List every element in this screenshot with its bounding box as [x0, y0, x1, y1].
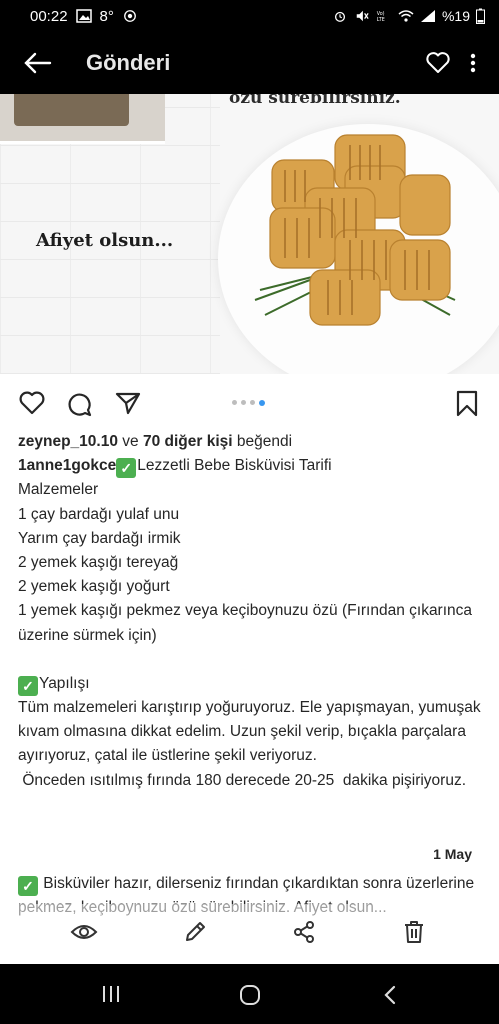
caption-title: Lezzetli Bebe Bisküvisi Tarifi	[137, 457, 332, 475]
status-time: 00:22	[30, 7, 68, 25]
weather-icon	[123, 10, 136, 22]
caption-line: 1 çay bardağı yulaf unu	[18, 505, 180, 523]
carousel-dot	[241, 400, 246, 405]
like-icon[interactable]	[18, 390, 46, 416]
likes-count[interactable]: 70 diğer kişi	[143, 433, 233, 450]
carousel-dot	[250, 400, 255, 405]
overlay-text-main: Afiyet olsun...	[36, 230, 174, 251]
app-bar: Gönderi	[0, 32, 499, 94]
author-username[interactable]: 1anne1gokce	[18, 457, 116, 474]
status-bar: 00:22 8° Vo) LTE %19	[0, 0, 499, 32]
home-icon[interactable]	[238, 984, 262, 1006]
svg-text:LTE: LTE	[377, 17, 385, 23]
trash-icon[interactable]	[403, 920, 425, 944]
post-date: 1 May	[433, 846, 472, 862]
carousel-indicator	[232, 399, 265, 406]
volte-icon: Vo)LTE	[377, 11, 385, 23]
check-icon: ✓	[116, 458, 137, 479]
share-network-icon[interactable]	[292, 920, 316, 944]
more-vertical-icon[interactable]	[469, 51, 477, 75]
mute-icon	[356, 10, 369, 22]
caption-line: 2 yemek kaşığı tereyağ	[18, 554, 179, 572]
alarm-icon	[334, 11, 345, 22]
caption-line: Tüm malzemeleri karıştırıp yoğuruyoruz. …	[18, 699, 485, 765]
caption-line: Önceden ısıtılmış fırında 180 derecede 2…	[18, 771, 467, 789]
page-title: Gönderi	[86, 50, 171, 75]
status-temperature: 8°	[99, 7, 114, 25]
likes-line[interactable]: zeynep_10.10 ve 70 diğer kişi beğendi	[18, 430, 483, 454]
back-button[interactable]	[10, 32, 66, 94]
save-icon[interactable]	[455, 390, 479, 418]
post-caption: zeynep_10.10 ve 70 diğer kişi beğendi 1a…	[18, 430, 483, 793]
edit-icon[interactable]	[183, 920, 207, 944]
caption-first-line: 1anne1gokce ✓ Lezzetli Bebe Bisküvisi Tari…	[18, 454, 483, 479]
caption-section: ✓ Yapılışı	[18, 672, 483, 696]
caption-line: Malzemeler	[18, 481, 99, 499]
status-battery: %19	[441, 8, 470, 24]
post-image[interactable]: özü sürebilirsiniz. Afiyet olsun...	[0, 94, 499, 374]
wifi-icon	[398, 10, 414, 22]
gallery-icon	[75, 9, 92, 23]
share-icon[interactable]	[114, 390, 142, 416]
check-icon: ✓	[18, 675, 38, 696]
caption-line: 1 yemek kaşığı pekmez veya keçiboynuzu ö…	[18, 602, 477, 644]
caption-line	[18, 648, 483, 672]
comment-icon[interactable]	[66, 390, 94, 418]
heart-icon[interactable]	[425, 51, 451, 75]
signal-icon	[420, 10, 435, 22]
battery-icon	[476, 8, 485, 24]
recents-icon[interactable]	[101, 984, 121, 1004]
cookies-illustration	[254, 134, 456, 326]
overlay-text-top: özü sürebilirsiniz.	[229, 94, 401, 108]
carousel-dot-active	[259, 399, 265, 406]
gallery-toolbar	[0, 904, 499, 964]
eye-icon[interactable]	[70, 920, 98, 944]
svg-text:Vo): Vo)	[377, 11, 385, 17]
liker-username[interactable]: zeynep_10.10	[18, 433, 118, 450]
caption-line: 2 yemek kaşığı yoğurt	[18, 578, 170, 596]
navigation-bar	[0, 964, 499, 1024]
caption-line: Yarım çay bardağı irmik	[18, 529, 181, 547]
carousel-dot	[232, 400, 237, 405]
back-icon[interactable]	[381, 984, 399, 1006]
back-arrow-icon	[24, 52, 52, 74]
check-icon: ✓	[18, 876, 38, 896]
post-action-row	[0, 374, 499, 430]
inset-photo	[0, 94, 165, 144]
